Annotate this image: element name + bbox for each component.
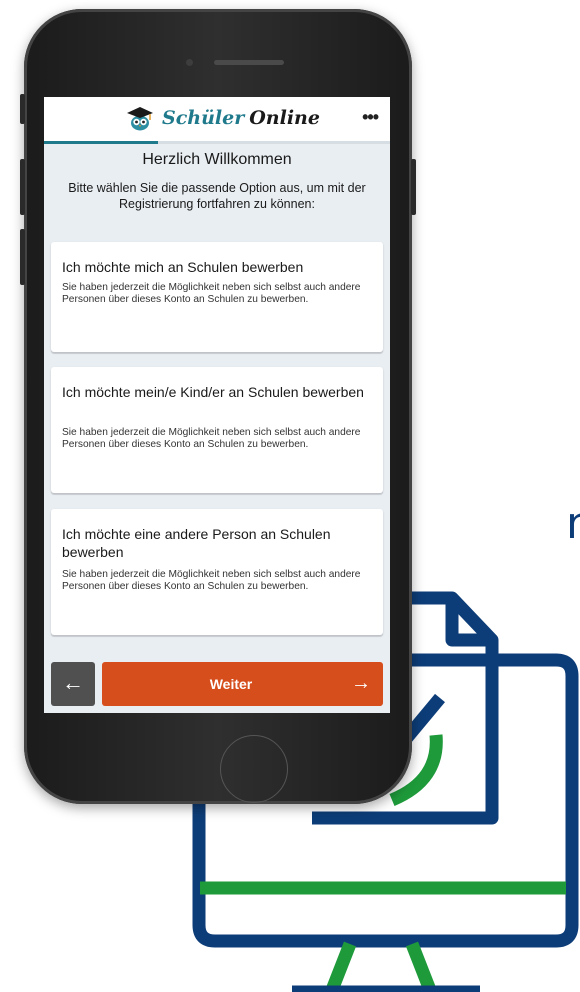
more-menu-icon[interactable]: ••• (362, 107, 379, 128)
arrow-right-icon: → (351, 672, 371, 694)
phone-side-button (20, 229, 25, 285)
graduation-owl-icon (127, 107, 153, 131)
brand-name-first: Schüler (162, 107, 245, 129)
option-title: Ich möchte mein/e Kind/er an Schulen bew… (62, 384, 364, 400)
option-title: Ich möchte eine andere Person an Schulen… (62, 526, 331, 560)
home-button[interactable] (220, 735, 288, 803)
phone-side-button (411, 159, 416, 215)
brand-name-second: Online (249, 107, 320, 129)
back-button[interactable]: ← (51, 662, 95, 706)
progress-bar (44, 141, 390, 144)
option-description: Sie haben jederzeit die Möglichkeit nebe… (62, 427, 361, 450)
option-title: Ich möchte mich an Schulen bewerben (62, 259, 304, 275)
footer-nav: ← Weiter → (44, 659, 390, 713)
monitor-stand-right (405, 941, 437, 992)
option-card-children[interactable]: Ich möchte mein/e Kind/er an Schulen bew… (51, 367, 383, 493)
monitor-stand-left (325, 941, 357, 992)
arrow-left-icon: ← (62, 670, 84, 695)
page-title: Herzlich Willkommen (142, 151, 292, 168)
option-description: Sie haben jederzeit die Möglichkeit nebe… (62, 569, 361, 592)
page-subtitle: Bitte wählen Sie die passende Option aus… (68, 181, 366, 211)
background-letter: n (566, 498, 580, 549)
earpiece-speaker (214, 60, 284, 65)
option-card-other-person[interactable]: Ich möchte eine andere Person an Schulen… (51, 509, 383, 635)
option-card-self[interactable]: Ich möchte mich an Schulen bewerben Sie … (51, 242, 383, 352)
option-description: Sie haben jederzeit die Möglichkeit nebe… (62, 282, 361, 305)
phone-side-button (20, 94, 25, 124)
app-screen: Schüler Online ••• Herzlich Willkommen B… (44, 97, 390, 713)
next-button[interactable]: Weiter → (102, 662, 383, 706)
app-header: Schüler Online ••• (44, 97, 390, 141)
next-button-label: Weiter (209, 676, 253, 692)
app-logo[interactable]: Schüler Online (126, 105, 320, 131)
phone-side-button (20, 159, 25, 215)
front-camera (186, 59, 193, 66)
progress-bar-fill (44, 141, 159, 144)
